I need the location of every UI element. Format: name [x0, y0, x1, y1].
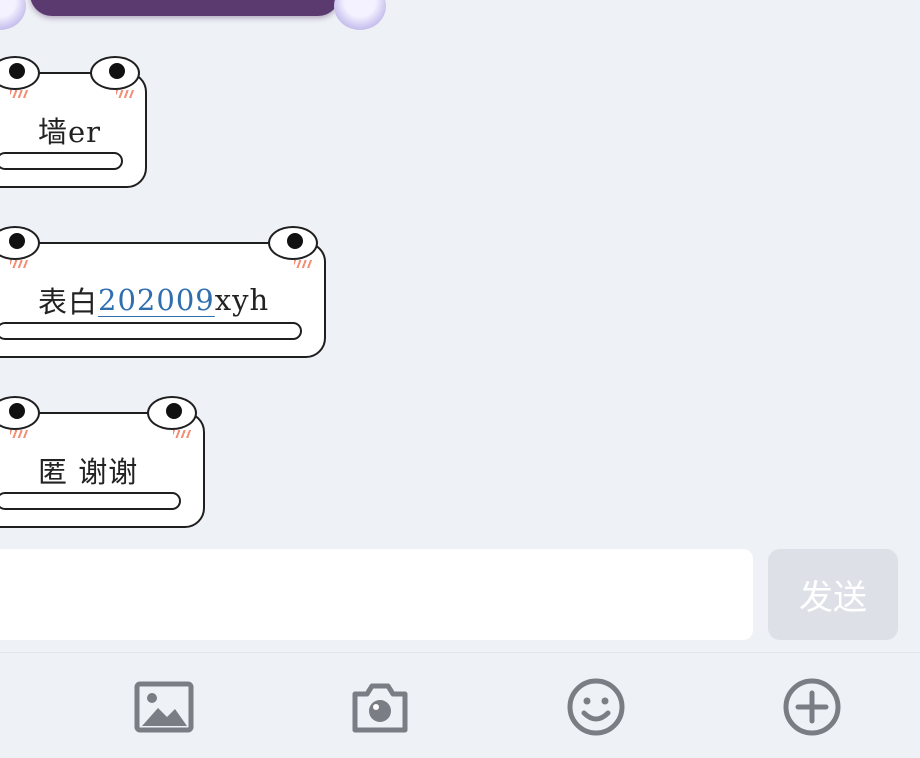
- left-petal-decoration: [0, 0, 26, 30]
- message-text-prefix: 表白: [38, 285, 99, 319]
- chat-bubble-1[interactable]: 墙er: [0, 56, 147, 188]
- emoji-icon[interactable]: [565, 676, 627, 738]
- chat-bubble-2[interactable]: 表白 202009 xyh: [0, 226, 326, 358]
- toolbar-divider: [0, 652, 920, 653]
- image-icon[interactable]: [133, 676, 195, 738]
- message-text: 墙er: [38, 115, 102, 149]
- plus-icon[interactable]: [781, 676, 843, 738]
- right-eye-decoration: [268, 226, 318, 260]
- message-link[interactable]: 202009: [98, 283, 215, 317]
- message-text: 表白 202009 xyh: [38, 242, 269, 358]
- blush-decoration: [10, 430, 28, 438]
- message-input[interactable]: [0, 549, 753, 640]
- right-eye-decoration: [147, 396, 197, 430]
- blush-decoration: [10, 90, 28, 98]
- right-petal-decoration: [334, 0, 386, 30]
- blush-decoration: [294, 260, 312, 268]
- send-button[interactable]: 发送: [768, 549, 898, 640]
- message-text-suffix: xyh: [214, 283, 270, 317]
- blush-decoration: [10, 260, 28, 268]
- message-text: 匿 谢谢: [38, 455, 139, 489]
- blush-decoration: [173, 430, 191, 438]
- camera-icon[interactable]: [349, 676, 411, 738]
- top-banner-strip: [30, 0, 340, 16]
- blush-decoration: [116, 90, 134, 98]
- chat-bubble-3[interactable]: 匿 谢谢: [0, 396, 205, 528]
